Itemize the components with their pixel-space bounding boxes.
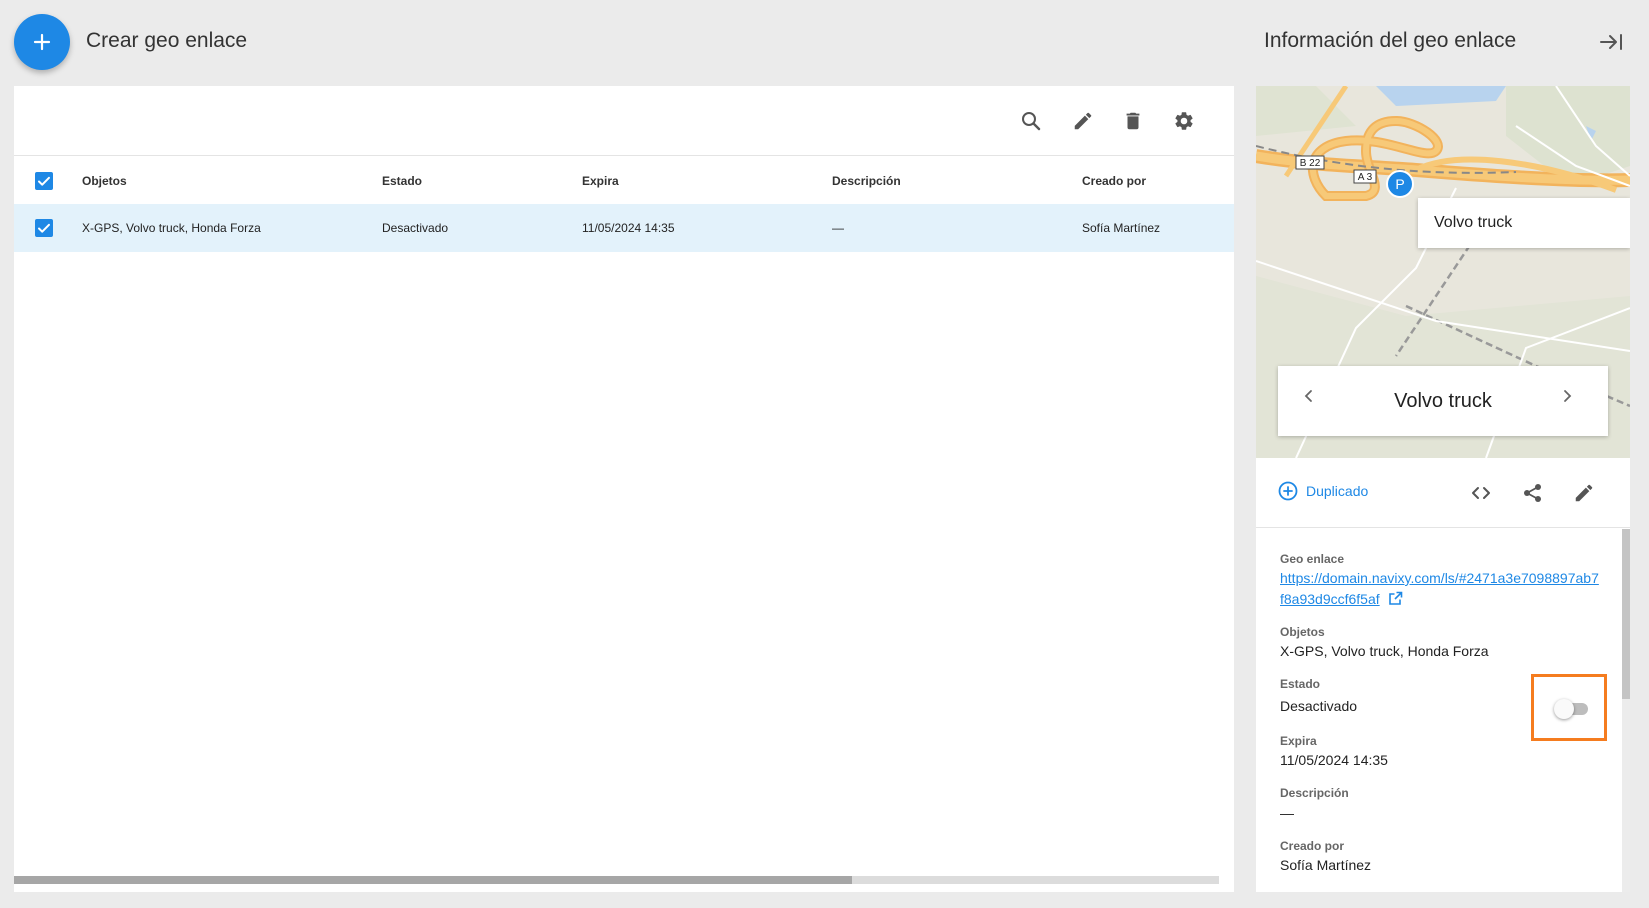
map-view[interactable]: B 22 A 3 P Volvo truck Volvo truck [1256, 86, 1630, 458]
vertical-scrollbar[interactable] [1622, 529, 1630, 699]
objects-label: Objetos [1280, 625, 1325, 639]
next-object-button[interactable] [1560, 389, 1584, 413]
duplicate-button[interactable]: Duplicado [1278, 481, 1368, 501]
status-toggle[interactable] [1554, 698, 1588, 719]
object-switcher-name: Volvo truck [1394, 389, 1492, 412]
add-circle-icon [1278, 481, 1298, 501]
geo-link-details: Geo enlace https://domain.navixy.com/ls/… [1256, 529, 1630, 892]
geo-link-info-panel: B 22 A 3 P Volvo truck Volvo truck Dupli… [1256, 86, 1630, 892]
status-label: Estado [1280, 677, 1321, 691]
geo-link-url[interactable]: https://domain.navixy.com/ls/#2471a3e709… [1280, 570, 1599, 607]
column-header-expires[interactable]: Expira [582, 157, 619, 204]
toggle-knob [1554, 699, 1574, 719]
column-header-objects[interactable]: Objetos [82, 157, 127, 204]
duplicate-label: Duplicado [1306, 483, 1369, 499]
delete-icon[interactable] [1118, 106, 1148, 136]
column-header-created-by[interactable]: Creado por [1082, 157, 1146, 204]
collapse-panel-icon[interactable] [1598, 30, 1624, 54]
geo-links-table: Objetos Estado Expira Descripción Creado… [14, 86, 1234, 892]
description-value: — [1280, 805, 1294, 821]
geo-link-url-link[interactable]: https://domain.navixy.com/ls/#2471a3e709… [1280, 568, 1600, 610]
plus-icon [33, 33, 51, 51]
row-objects: X-GPS, Volvo truck, Honda Forza [82, 221, 261, 235]
row-expires: 11/05/2024 14:35 [582, 221, 675, 235]
info-actions-bar: Duplicado [1256, 458, 1630, 528]
road-label-b22: B 22 [1300, 158, 1321, 169]
edit-icon[interactable] [1571, 480, 1597, 506]
search-icon[interactable] [1016, 106, 1046, 136]
code-icon[interactable] [1468, 480, 1494, 506]
table-toolbar [14, 86, 1234, 156]
chevron-right-icon [1564, 390, 1572, 402]
create-geo-link-button[interactable] [14, 14, 70, 70]
page-title: Crear geo enlace [86, 29, 248, 52]
chevron-left-icon [1304, 390, 1312, 402]
row-created-by: Sofía Martínez [1082, 221, 1161, 235]
map-popup-label: Volvo truck [1418, 198, 1630, 248]
row-checkbox[interactable] [35, 219, 53, 237]
objects-value: X-GPS, Volvo truck, Honda Forza [1280, 643, 1489, 659]
status-toggle-highlight [1531, 674, 1607, 741]
column-header-description[interactable]: Descripción [832, 157, 901, 204]
table-row[interactable]: X-GPS, Volvo truck, Honda Forza Desactiv… [14, 204, 1234, 252]
row-status: Desactivado [382, 221, 449, 235]
external-link-icon[interactable] [1388, 591, 1403, 606]
info-panel-title: Información del geo enlace [1264, 29, 1517, 52]
select-all-checkbox[interactable] [35, 172, 53, 190]
road-label-a3: A 3 [1358, 172, 1373, 183]
status-value: Desactivado [1280, 698, 1358, 714]
horizontal-scrollbar[interactable] [14, 876, 852, 884]
vehicle-marker[interactable]: P [1386, 170, 1414, 198]
edit-icon[interactable] [1068, 106, 1098, 136]
settings-icon[interactable] [1169, 106, 1199, 136]
share-icon[interactable] [1520, 480, 1546, 506]
created-by-label: Creado por [1280, 839, 1345, 853]
created-by-value: Sofía Martínez [1280, 857, 1372, 873]
object-switcher: Volvo truck [1278, 366, 1608, 436]
table-header: Objetos Estado Expira Descripción Creado… [14, 157, 1234, 204]
row-description: — [832, 221, 844, 235]
expires-value: 11/05/2024 14:35 [1280, 752, 1388, 768]
geo-link-label: Geo enlace [1280, 552, 1345, 566]
column-header-status[interactable]: Estado [382, 157, 422, 204]
description-label: Descripción [1280, 786, 1349, 800]
expires-label: Expira [1280, 734, 1317, 748]
